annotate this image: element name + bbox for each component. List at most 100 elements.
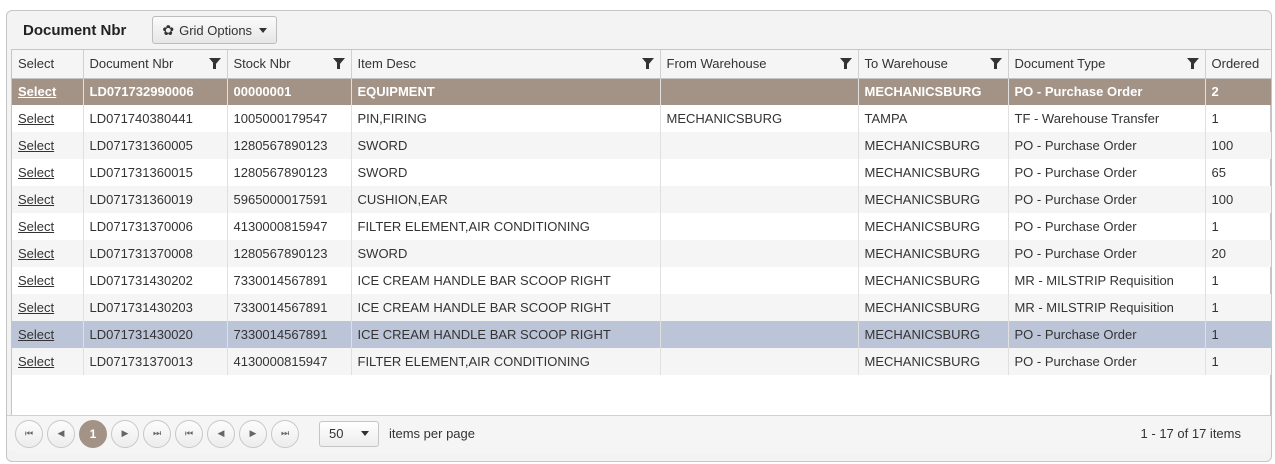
to-warehouse-cell: MECHANICSBURG	[858, 267, 1009, 294]
filter-icon[interactable]	[1186, 58, 1199, 69]
page-size-select[interactable]: 50	[319, 420, 379, 447]
col-header-to-warehouse[interactable]: To Warehouse	[858, 50, 1009, 79]
stock-nbr-cell: 00000001	[227, 78, 352, 105]
data-grid: Select Document Nbr Stock Nbr Item Desc …	[11, 49, 1271, 454]
select-link[interactable]: Select	[18, 138, 54, 153]
from-warehouse-cell	[660, 186, 859, 213]
filter-icon[interactable]	[641, 58, 654, 69]
table-row[interactable]: Select LD071732990006 00000001 EQUIPMENT MEC…	[12, 78, 1271, 105]
filter-icon[interactable]	[839, 58, 852, 69]
from-warehouse-cell	[660, 240, 859, 267]
to-warehouse-cell: MECHANICSBURG	[858, 348, 1009, 375]
item-desc-cell: ICE CREAM HANDLE BAR SCOOP RIGHT	[351, 267, 661, 294]
table-row[interactable]: Select LD071731430203 7330014567891 ICE CRE…	[12, 294, 1271, 321]
to-warehouse-cell: MECHANICSBURG	[858, 186, 1009, 213]
document-type-cell: PO - Purchase Order	[1008, 348, 1206, 375]
panel-title: Document Nbr	[23, 21, 127, 39]
filter-icon[interactable]	[208, 58, 221, 69]
stock-nbr-cell: 5965000017591	[227, 186, 352, 213]
grid-options-label: Grid Options	[179, 22, 253, 38]
select-link[interactable]: Select	[18, 300, 54, 315]
select-cell: Select	[12, 294, 84, 321]
item-desc-cell: CUSHION,EAR	[351, 186, 661, 213]
last-page-button-2[interactable]: ⏭	[271, 419, 299, 448]
document-nbr-cell: LD071731430020	[83, 321, 228, 348]
select-link[interactable]: Select	[18, 246, 54, 261]
first-page-button[interactable]: ⏮	[15, 419, 43, 448]
col-header-document-type[interactable]: Document Type	[1008, 50, 1206, 79]
prev-page-button-2[interactable]: ◀	[207, 419, 235, 448]
select-cell: Select	[12, 348, 84, 375]
page-number-button[interactable]: 1	[79, 419, 107, 448]
grid-table: Select Document Nbr Stock Nbr Item Desc …	[12, 50, 1271, 375]
document-type-cell: PO - Purchase Order	[1008, 213, 1206, 240]
col-header-document-nbr[interactable]: Document Nbr	[83, 50, 228, 79]
first-page-button-2[interactable]: ⏮	[175, 419, 203, 448]
document-nbr-cell: LD071740380441	[83, 105, 228, 132]
col-header-from-warehouse[interactable]: From Warehouse	[660, 50, 859, 79]
to-warehouse-cell: MECHANICSBURG	[858, 294, 1009, 321]
select-link[interactable]: Select	[18, 192, 54, 207]
col-header-ordered[interactable]: Ordered	[1205, 50, 1271, 79]
filter-icon[interactable]	[989, 58, 1002, 69]
from-warehouse-cell	[660, 321, 859, 348]
document-nbr-cell: LD071731430203	[83, 294, 228, 321]
select-cell: Select	[12, 132, 84, 159]
select-link[interactable]: Select	[18, 273, 54, 288]
document-nbr-cell: LD071731370006	[83, 213, 228, 240]
prev-page-button[interactable]: ◀	[47, 419, 75, 448]
table-row[interactable]: Select LD071731360005 1280567890123 SWORD ME…	[12, 132, 1271, 159]
select-link[interactable]: Select	[18, 354, 54, 369]
document-nbr-cell: LD071731360019	[83, 186, 228, 213]
ordered-cell: 65	[1205, 159, 1271, 186]
select-link[interactable]: Select	[18, 327, 54, 342]
document-nbr-cell: LD071731370008	[83, 240, 228, 267]
next-page-button-2[interactable]: ▶	[239, 419, 267, 448]
chevron-down-icon	[361, 431, 369, 436]
document-type-cell: PO - Purchase Order	[1008, 132, 1206, 159]
stock-nbr-cell: 1005000179547	[227, 105, 352, 132]
pager-info: 1 - 17 of 17 items	[1140, 426, 1241, 441]
item-desc-cell: PIN,FIRING	[351, 105, 661, 132]
document-type-cell: PO - Purchase Order	[1008, 159, 1206, 186]
select-link[interactable]: Select	[18, 84, 56, 99]
stock-nbr-cell: 1280567890123	[227, 240, 352, 267]
from-warehouse-cell	[660, 348, 859, 375]
next-page-button[interactable]: ▶	[111, 419, 139, 448]
stock-nbr-cell: 4130000815947	[227, 348, 352, 375]
stock-nbr-cell: 7330014567891	[227, 294, 352, 321]
col-header-select[interactable]: Select	[12, 50, 84, 79]
ordered-cell: 2	[1205, 78, 1271, 105]
table-row[interactable]: Select LD071740380441 1005000179547 PIN,FIR…	[12, 105, 1271, 132]
item-desc-cell: SWORD	[351, 132, 661, 159]
col-header-item-desc[interactable]: Item Desc	[351, 50, 661, 79]
to-warehouse-cell: MECHANICSBURG	[858, 132, 1009, 159]
document-type-cell: PO - Purchase Order	[1008, 78, 1206, 105]
table-row[interactable]: Select LD071731430202 7330014567891 ICE CRE…	[12, 267, 1271, 294]
grid-options-button[interactable]: ✿ Grid Options	[152, 16, 278, 44]
from-warehouse-cell: MECHANICSBURG	[660, 105, 859, 132]
stock-nbr-cell: 1280567890123	[227, 132, 352, 159]
table-row[interactable]: Select LD071731360015 1280567890123 SWORD ME…	[12, 159, 1271, 186]
document-nbr-cell: LD071731430202	[83, 267, 228, 294]
document-nbr-cell: LD071732990006	[83, 78, 228, 105]
col-header-stock-nbr[interactable]: Stock Nbr	[227, 50, 352, 79]
grid-panel: Document Nbr ✿ Grid Options Select Docum…	[6, 10, 1272, 462]
document-nbr-cell: LD071731370013	[83, 348, 228, 375]
document-nbr-cell: LD071731360005	[83, 132, 228, 159]
table-row[interactable]: Select LD071731370008 1280567890123 SWORD ME…	[12, 240, 1271, 267]
table-row[interactable]: Select LD071731430020 7330014567891 ICE CRE…	[12, 321, 1271, 348]
select-cell: Select	[12, 186, 84, 213]
filter-icon[interactable]	[332, 58, 345, 69]
table-row[interactable]: Select LD071731370013 4130000815947 FILTER …	[12, 348, 1271, 375]
table-row[interactable]: Select LD071731370006 4130000815947 FILTER …	[12, 213, 1271, 240]
ordered-cell: 1	[1205, 348, 1271, 375]
select-link[interactable]: Select	[18, 219, 54, 234]
last-page-button[interactable]: ⏭	[143, 419, 171, 448]
from-warehouse-cell	[660, 132, 859, 159]
from-warehouse-cell	[660, 267, 859, 294]
table-row[interactable]: Select LD071731360019 5965000017591 CUSHION…	[12, 186, 1271, 213]
select-link[interactable]: Select	[18, 165, 54, 180]
select-link[interactable]: Select	[18, 111, 54, 126]
ordered-cell: 1	[1205, 213, 1271, 240]
